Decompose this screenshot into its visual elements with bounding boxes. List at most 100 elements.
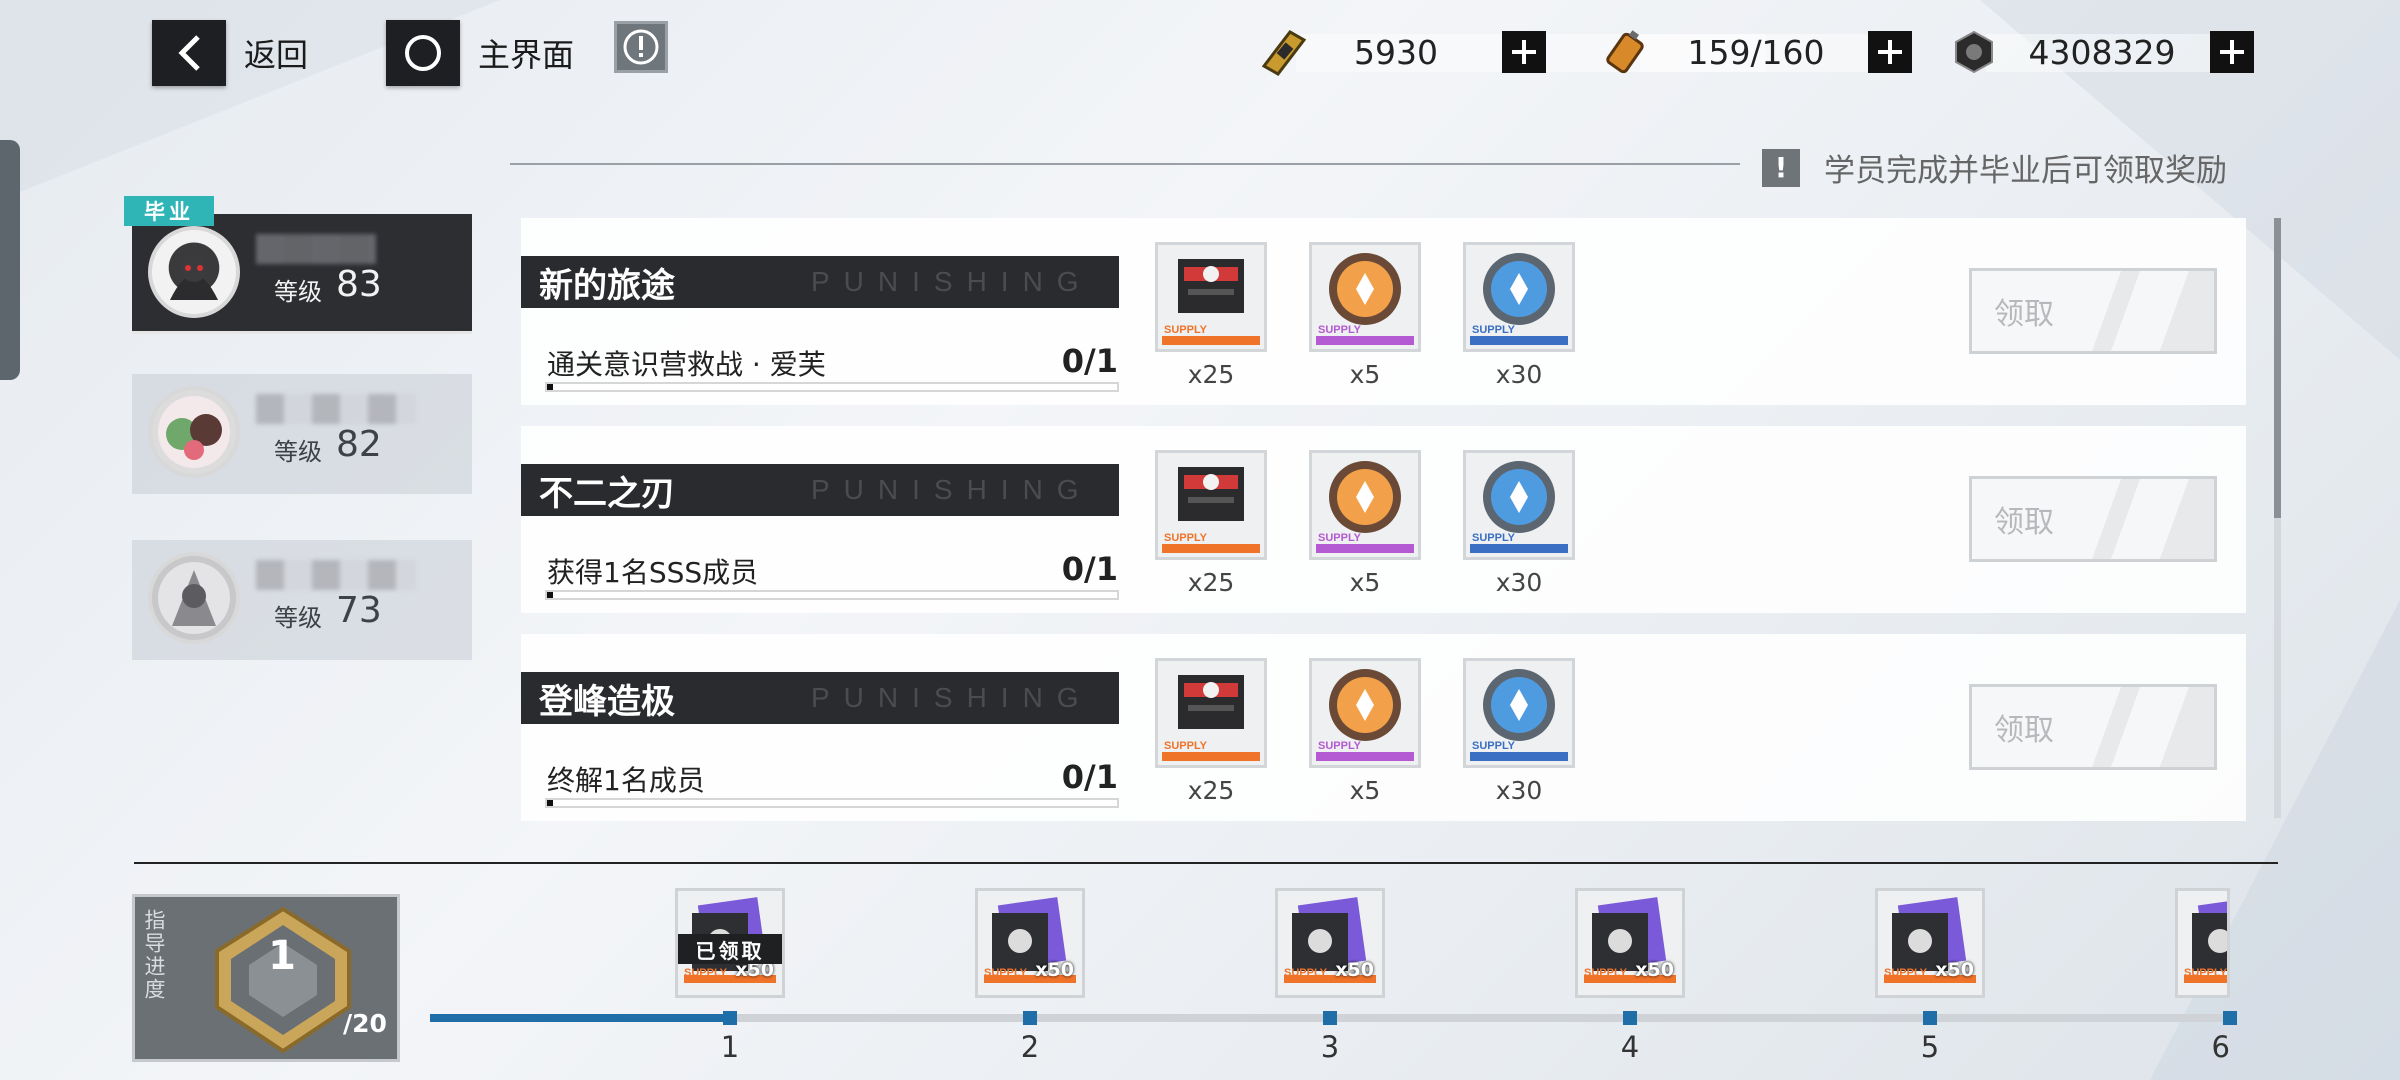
supply-box-icon xyxy=(1178,467,1244,521)
guide-node-label: 6 xyxy=(2211,1030,2230,1064)
mission-deco-text: PUNISHING xyxy=(811,266,1093,297)
progress-fill xyxy=(547,384,553,390)
mission-card-3: 登峰造极 PUNISHING 终解1名成员 0/1 SUPPLY x25 SUP… xyxy=(521,634,2246,821)
mission-title-bar: 不二之刃 PUNISHING xyxy=(521,464,1119,516)
rarity-strip xyxy=(1316,544,1414,553)
resource-stamina: 159/160 xyxy=(1600,26,1912,78)
mission-deco-text: PUNISHING xyxy=(811,682,1093,713)
reward-quantity: x25 xyxy=(1187,568,1235,597)
guide-rank-panel: 指导进度 1 /20 xyxy=(132,894,400,1062)
plus-icon xyxy=(1878,40,1902,64)
add-coin-button[interactable] xyxy=(2210,31,2254,73)
student-name-blurred xyxy=(256,394,416,424)
graduation-notice: ! 学员完成并毕业后可领取奖励 xyxy=(1762,145,2227,190)
supply-text: SUPPLY xyxy=(1318,740,1362,752)
reward-quantity: x50 xyxy=(1635,959,1674,981)
progress-fill xyxy=(547,800,553,806)
supply-text: SUPPLY xyxy=(1318,532,1362,544)
avatar xyxy=(148,386,240,478)
mission-title: 新的旅途 xyxy=(539,265,675,306)
mission-deco-text: PUNISHING xyxy=(811,474,1093,505)
home-circle-icon xyxy=(386,20,460,86)
claim-button[interactable]: 领取 xyxy=(1969,476,2217,562)
level-label: 等级 xyxy=(274,278,322,306)
claim-button[interactable]: 领取 xyxy=(1969,268,2217,354)
student-card-2[interactable]: 等级 82 xyxy=(132,374,472,494)
reward-blue-coin[interactable]: SUPPLY xyxy=(1463,242,1575,352)
supply-text: SUPPLY xyxy=(1472,740,1516,752)
rarity-strip xyxy=(1470,544,1568,553)
reward-supply-box[interactable]: SUPPLY xyxy=(1155,242,1267,352)
supply-text: SUPPLY xyxy=(1472,324,1516,336)
reward-quantity: x5 xyxy=(1349,568,1381,597)
reward-orange-coin[interactable]: SUPPLY xyxy=(1309,242,1421,352)
mission-description: 通关意识营救战 · 爱芙 xyxy=(547,348,826,381)
coin-nut-icon xyxy=(1946,26,2002,78)
reward-quantity: x50 xyxy=(1935,959,1974,981)
guide-reward-4[interactable]: SUPPLY x50 xyxy=(1575,888,1685,998)
supply-text: SUPPLY xyxy=(1584,967,1628,979)
level-label: 等级 xyxy=(274,604,322,632)
student-card-3[interactable]: 等级 73 xyxy=(132,540,472,660)
rarity-strip xyxy=(1316,752,1414,761)
resource-gold-value: 5930 xyxy=(1354,32,1438,72)
add-gold-button[interactable] xyxy=(1502,31,1546,73)
supply-box-icon xyxy=(1178,259,1244,313)
add-stamina-button[interactable] xyxy=(1868,31,1912,73)
guide-rank-value: 1 xyxy=(268,933,296,979)
supply-text: SUPPLY xyxy=(2184,967,2228,979)
reward-quantity: x25 xyxy=(1187,776,1235,805)
guide-node xyxy=(723,1011,737,1025)
rarity-strip xyxy=(1316,336,1414,345)
resource-gold: 5930 xyxy=(1256,26,1766,78)
guide-reward-6[interactable]: SUPPLY xyxy=(2175,888,2230,998)
mission-progress-bar xyxy=(545,798,1119,808)
guide-progress-label: 指导进度 xyxy=(142,909,166,1001)
supply-box-icon xyxy=(1178,675,1244,729)
student-name-blurred xyxy=(256,560,416,590)
reward-quantity: x50 xyxy=(1035,959,1074,981)
warning-icon: ! xyxy=(1762,148,1800,187)
guide-node-label: 4 xyxy=(1620,1030,1640,1064)
guide-node xyxy=(1023,1011,1037,1025)
orange-coin-icon xyxy=(1329,461,1401,533)
guide-node-label: 1 xyxy=(720,1030,740,1064)
guide-node xyxy=(1323,1011,1337,1025)
side-drawer-tab[interactable] xyxy=(0,140,20,380)
mission-progress: 0/1 xyxy=(1061,758,1118,796)
reward-orange-coin[interactable]: SUPPLY xyxy=(1309,450,1421,560)
mission-progress: 0/1 xyxy=(1061,342,1118,380)
rarity-strip xyxy=(1162,336,1260,345)
student-card-1[interactable]: 等级 83 xyxy=(132,214,472,334)
mission-title: 不二之刃 xyxy=(539,473,675,514)
info-button[interactable] xyxy=(614,21,668,73)
guide-track-fill xyxy=(430,1014,730,1022)
scrollbar-thumb[interactable] xyxy=(2274,218,2281,518)
plus-icon xyxy=(1512,40,1536,64)
reward-blue-coin[interactable]: SUPPLY xyxy=(1463,658,1575,768)
reward-supply-box[interactable]: SUPPLY xyxy=(1155,658,1267,768)
reward-supply-box[interactable]: SUPPLY xyxy=(1155,450,1267,560)
rarity-strip xyxy=(1470,336,1568,345)
mission-list-scrollbar[interactable] xyxy=(2274,218,2281,818)
exclamation-icon xyxy=(623,29,659,65)
guide-node xyxy=(2223,1011,2237,1025)
progress-fill xyxy=(547,592,553,598)
reward-blue-coin[interactable]: SUPPLY xyxy=(1463,450,1575,560)
level-value: 73 xyxy=(336,590,382,631)
claim-button[interactable]: 领取 xyxy=(1969,684,2217,770)
guide-reward-3[interactable]: SUPPLY x50 xyxy=(1275,888,1385,998)
reward-orange-coin[interactable]: SUPPLY xyxy=(1309,658,1421,768)
reward-quantity: x5 xyxy=(1349,360,1381,389)
guide-reward-5[interactable]: SUPPLY x50 xyxy=(1875,888,1985,998)
back-button[interactable]: 返回 xyxy=(152,20,308,86)
guide-node-label: 3 xyxy=(1320,1030,1340,1064)
guide-reward-1[interactable]: SUPPLY x50 已领取 xyxy=(675,888,785,998)
guide-rank-total: /20 xyxy=(343,1009,387,1038)
level-value: 82 xyxy=(336,424,382,465)
mission-card-1: 新的旅途 PUNISHING 通关意识营救战 · 爱芙 0/1 SUPPLY x… xyxy=(521,218,2246,405)
guide-reward-2[interactable]: SUPPLY x50 xyxy=(975,888,1085,998)
reward-quantity: x5 xyxy=(1349,776,1381,805)
resource-coin: 4308329 xyxy=(1946,26,2254,78)
home-button[interactable]: 主界面 xyxy=(386,20,574,86)
